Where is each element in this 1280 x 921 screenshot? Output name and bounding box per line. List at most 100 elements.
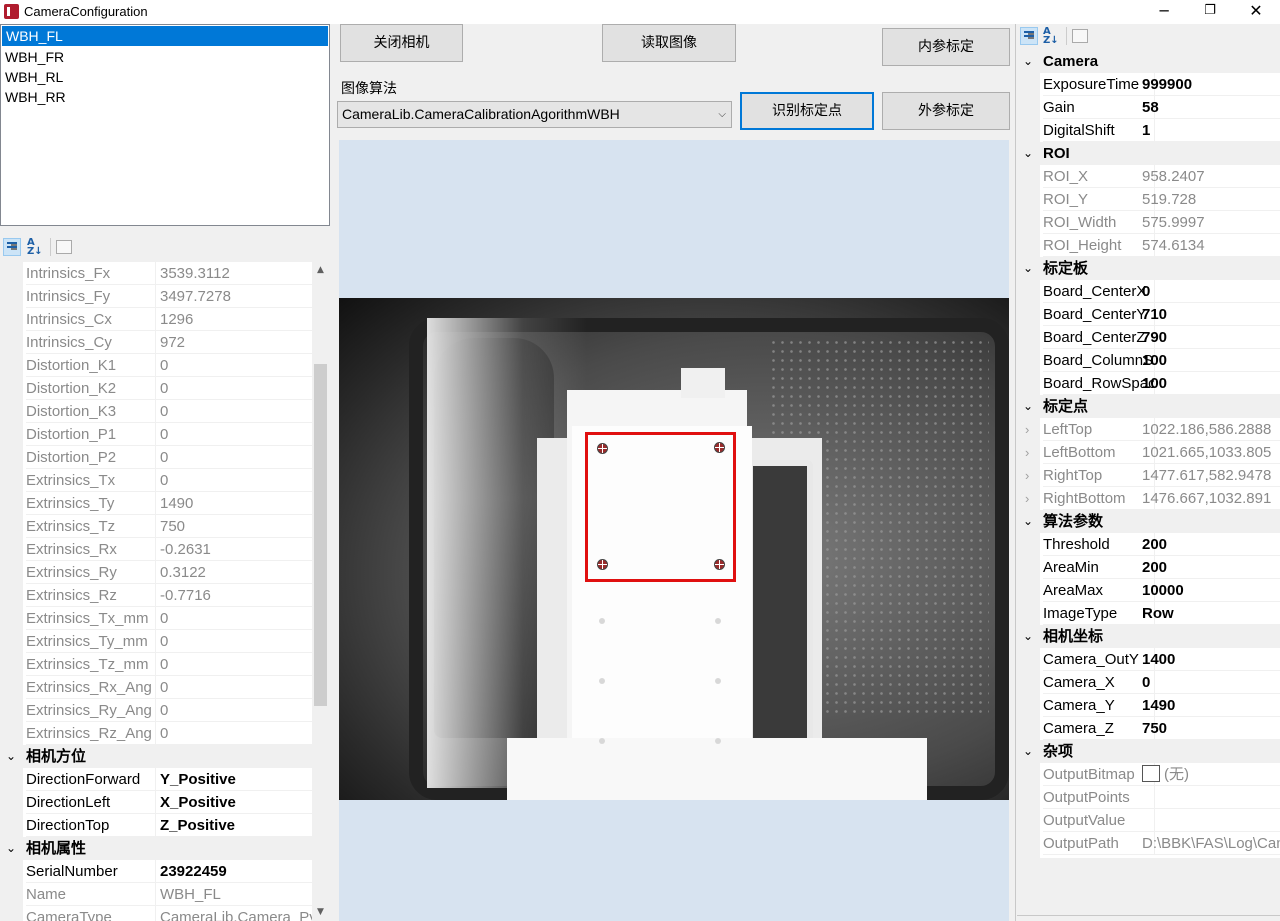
property-value[interactable]: -0.7716 bbox=[156, 584, 313, 607]
property-row[interactable]: Board_ColumnSpace100 bbox=[1017, 349, 1280, 372]
property-row[interactable]: Extrinsics_Ry 0.3122 bbox=[0, 561, 313, 584]
property-value[interactable]: 0 bbox=[156, 377, 313, 400]
sort-az-icon[interactable]: A Z↓ bbox=[27, 238, 45, 257]
scroll-down-arrow-icon[interactable]: ▼ bbox=[312, 904, 329, 921]
property-row[interactable]: Extrinsics_Tz_mm 0 bbox=[0, 653, 313, 676]
camera-list-item[interactable]: WBH_FR bbox=[1, 47, 329, 67]
property-value[interactable]: 0.3122 bbox=[156, 561, 313, 584]
grid-category[interactable]: ⌄ Camera bbox=[1017, 50, 1280, 73]
property-row[interactable]: Intrinsics_Fx 3539.3112 bbox=[0, 262, 313, 285]
property-value[interactable]: 1400 bbox=[1138, 648, 1280, 671]
scrollbar-thumb[interactable] bbox=[314, 364, 327, 706]
chevron-right-icon[interactable]: › bbox=[1025, 418, 1029, 441]
property-row[interactable]: Threshold 200 bbox=[1017, 533, 1280, 556]
property-value[interactable]: 0 bbox=[156, 630, 313, 653]
property-row[interactable]: Distortion_P1 0 bbox=[0, 423, 313, 446]
property-row[interactable]: Camera_X 0 bbox=[1017, 671, 1280, 694]
property-row[interactable]: Extrinsics_Rx -0.2631 bbox=[0, 538, 313, 561]
grid-category[interactable]: ⌄ ROI bbox=[1017, 142, 1280, 165]
chevron-down-icon[interactable]: ⌄ bbox=[1023, 510, 1033, 533]
property-value[interactable]: 0 bbox=[156, 446, 313, 469]
property-row[interactable]: DigitalShift 1 bbox=[1017, 119, 1280, 142]
property-value[interactable]: 0 bbox=[156, 400, 313, 423]
camera-list-item[interactable]: WBH_RR bbox=[1, 87, 329, 107]
intrinsic-calibration-button[interactable]: 内参标定 bbox=[882, 28, 1010, 66]
property-value[interactable]: 3539.3112 bbox=[156, 262, 313, 285]
property-row[interactable]: Extrinsics_Rz -0.7716 bbox=[0, 584, 313, 607]
chevron-right-icon[interactable]: › bbox=[1025, 487, 1029, 510]
minimize-button[interactable]: ─ bbox=[1141, 0, 1187, 24]
grid-category[interactable]: ⌄ 杂项 bbox=[1017, 740, 1280, 763]
property-value[interactable]: 100 bbox=[1138, 349, 1280, 372]
camera-list-item[interactable]: WBH_RL bbox=[1, 67, 329, 87]
property-row[interactable]: Extrinsics_Tz 750 bbox=[0, 515, 313, 538]
property-row[interactable]: Extrinsics_Tx 0 bbox=[0, 469, 313, 492]
property-row[interactable]: Extrinsics_Ty_mm 0 bbox=[0, 630, 313, 653]
property-row[interactable]: ExposureTime 999900 bbox=[1017, 73, 1280, 96]
property-row[interactable]: ROI_Height 574.6134 bbox=[1017, 234, 1280, 257]
property-row[interactable]: Distortion_K2 0 bbox=[0, 377, 313, 400]
chevron-down-icon[interactable]: ⌄ bbox=[6, 745, 16, 768]
property-row[interactable]: Distortion_K1 0 bbox=[0, 354, 313, 377]
sort-az-icon[interactable]: A Z↓ bbox=[1043, 27, 1061, 46]
property-value[interactable]: 3497.7278 bbox=[156, 285, 313, 308]
property-row[interactable]: Camera_OutY 1400 bbox=[1017, 648, 1280, 671]
property-row[interactable]: Gain 58 bbox=[1017, 96, 1280, 119]
property-row[interactable]: Intrinsics_Fy 3497.7278 bbox=[0, 285, 313, 308]
grid-category[interactable]: ⌄ 相机坐标 bbox=[1017, 625, 1280, 648]
grid-category[interactable]: ⌄ 相机属性 bbox=[0, 837, 313, 860]
property-row[interactable]: Board_RowSpace 100 bbox=[1017, 372, 1280, 395]
detect-points-button[interactable]: 识别标定点 bbox=[740, 92, 874, 130]
property-value[interactable]: 0 bbox=[1138, 671, 1280, 694]
categorized-view-icon[interactable] bbox=[3, 238, 21, 256]
grid-category[interactable]: ⌄ 相机方位 bbox=[0, 745, 313, 768]
property-value[interactable]: 750 bbox=[156, 515, 313, 538]
property-row[interactable]: ImageType Row bbox=[1017, 602, 1280, 625]
property-value[interactable]: 972 bbox=[156, 331, 313, 354]
property-value[interactable]: Row bbox=[1138, 602, 1280, 625]
property-value[interactable]: 1296 bbox=[156, 308, 313, 331]
property-row[interactable]: Extrinsics_Ry_Ang 0 bbox=[0, 699, 313, 722]
property-row[interactable]: OutputPoints bbox=[1017, 786, 1280, 809]
property-row[interactable]: CameraType CameraLib.Camera_Pyl bbox=[0, 906, 313, 921]
scroll-up-arrow-icon[interactable]: ▲ bbox=[312, 262, 329, 279]
property-value[interactable]: 0 bbox=[156, 469, 313, 492]
property-row[interactable]: AreaMin 200 bbox=[1017, 556, 1280, 579]
chevron-down-icon[interactable]: ⌄ bbox=[1023, 625, 1033, 648]
camera-list-item[interactable]: WBH_FL bbox=[2, 26, 328, 46]
property-row[interactable]: Distortion_K3 0 bbox=[0, 400, 313, 423]
grid-category[interactable]: ⌄ 算法参数 bbox=[1017, 510, 1280, 533]
property-value[interactable]: 100 bbox=[1138, 372, 1280, 395]
property-value[interactable]: 23922459 bbox=[156, 860, 313, 883]
property-value[interactable]: CameraLib.Camera_Pyl bbox=[156, 906, 313, 921]
property-row[interactable]: Distortion_P2 0 bbox=[0, 446, 313, 469]
property-row[interactable]: Intrinsics_Cx 1296 bbox=[0, 308, 313, 331]
property-value[interactable]: 200 bbox=[1138, 533, 1280, 556]
close-camera-button[interactable]: 关闭相机 bbox=[340, 24, 463, 62]
property-row[interactable]: ROI_X 958.2407 bbox=[1017, 165, 1280, 188]
read-image-button[interactable]: 读取图像 bbox=[602, 24, 736, 62]
property-value[interactable]: Y_Positive bbox=[156, 768, 313, 791]
property-row[interactable]: Board_CenterZ 790 bbox=[1017, 326, 1280, 349]
chevron-down-icon[interactable]: ⌄ bbox=[1023, 50, 1033, 73]
property-value[interactable]: 1022.186,586.2888 bbox=[1138, 418, 1280, 441]
property-value[interactable]: X_Positive bbox=[156, 791, 313, 814]
property-row[interactable]: SerialNumber 23922459 bbox=[0, 860, 313, 883]
property-value[interactable]: 574.6134 bbox=[1138, 234, 1280, 257]
property-value[interactable]: 0 bbox=[1138, 280, 1280, 303]
property-value[interactable]: 58 bbox=[1138, 96, 1280, 119]
property-value[interactable] bbox=[1138, 786, 1280, 809]
property-value[interactable]: 999900 bbox=[1138, 73, 1280, 96]
property-value[interactable]: 0 bbox=[156, 676, 313, 699]
property-value[interactable]: -0.2631 bbox=[156, 538, 313, 561]
property-value[interactable]: D:\BBK\FAS\Log\Cam bbox=[1138, 832, 1280, 855]
property-row[interactable]: DirectionLeft X_Positive bbox=[0, 791, 313, 814]
property-row[interactable]: Name WBH_FL bbox=[0, 883, 313, 906]
property-row[interactable]: OutputPath D:\BBK\FAS\Log\Cam bbox=[1017, 832, 1280, 855]
property-row[interactable]: ROI_Y 519.728 bbox=[1017, 188, 1280, 211]
property-value[interactable]: 1476.667,1032.891 bbox=[1138, 487, 1280, 510]
property-value[interactable]: 750 bbox=[1138, 717, 1280, 740]
property-value[interactable] bbox=[1138, 809, 1280, 832]
grid-category[interactable]: ⌄ 标定板 bbox=[1017, 257, 1280, 280]
categorized-view-icon[interactable] bbox=[1020, 27, 1038, 45]
